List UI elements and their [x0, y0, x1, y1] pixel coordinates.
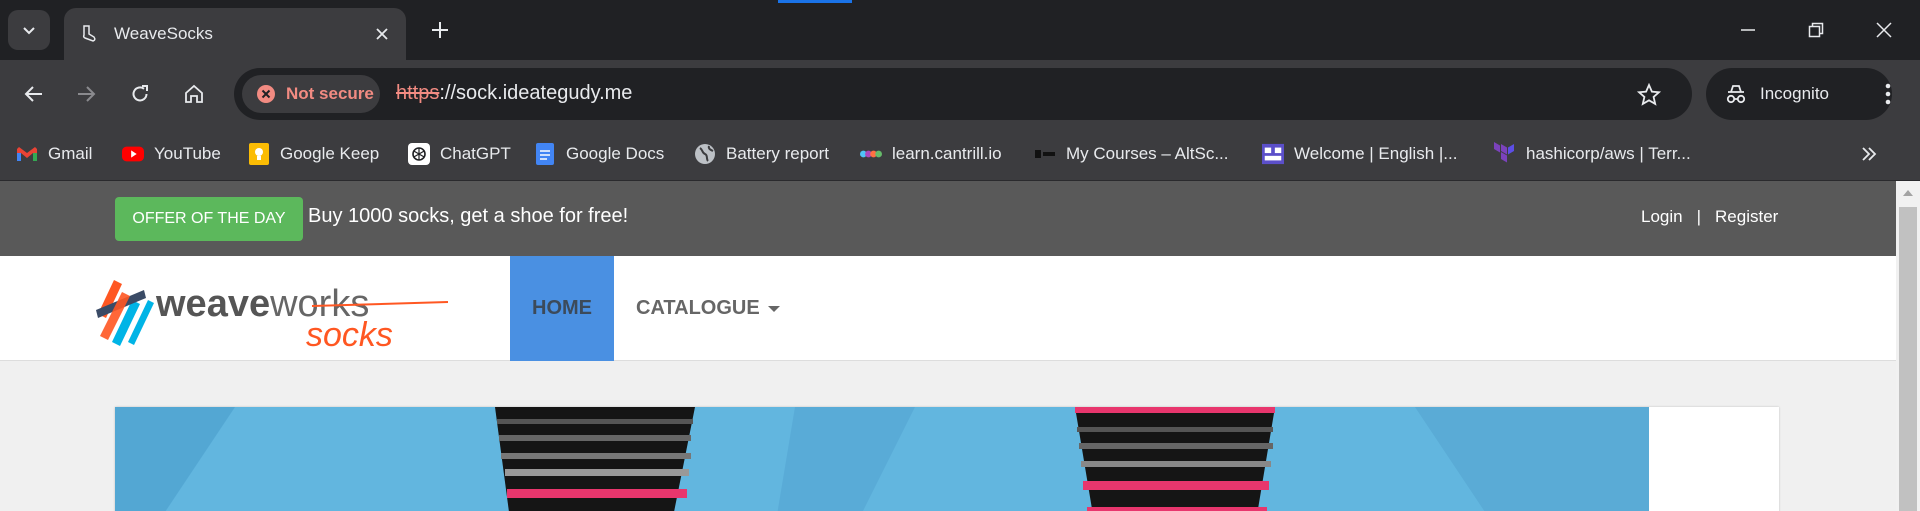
logo-word-weave: weave	[155, 283, 270, 325]
bookmark-label: ChatGPT	[440, 144, 511, 163]
globe-icon	[694, 143, 716, 165]
left-sock-graphic	[495, 407, 695, 511]
close-icon	[1876, 22, 1892, 38]
nav-home[interactable]: HOME	[510, 256, 614, 361]
offer-bar: OFFER OF THE DAY Buy 1000 socks, get a s…	[0, 181, 1896, 256]
minimize-button[interactable]	[1726, 8, 1770, 52]
auth-links: Login | Register	[1641, 207, 1778, 227]
bookmarks-bar: Gmail YouTube Google Keep ChatGPT Google…	[0, 129, 1920, 181]
tab-weavesocks[interactable]: WeaveSocks	[64, 8, 406, 60]
forward-arrow-icon	[78, 86, 96, 102]
tab-title: WeaveSocks	[114, 24, 213, 43]
scroll-up-arrow-icon[interactable]	[1896, 183, 1920, 203]
hero-sock-image	[115, 407, 1649, 511]
bookmark-altschool[interactable]: My Courses – AltSc...	[1034, 137, 1229, 171]
tab-search-button[interactable]	[8, 10, 50, 50]
login-link[interactable]: Login	[1641, 207, 1683, 227]
nav-catalogue-label: CATALOGUE	[636, 297, 760, 319]
close-tab-icon[interactable]	[368, 20, 396, 48]
url-host: ://sock.ideategudy.me	[439, 82, 633, 104]
caret-down-icon	[767, 305, 780, 312]
auth-separator: |	[1696, 207, 1702, 226]
scrollbar-thumb[interactable]	[1899, 207, 1917, 511]
browser-toolbar: Not secure https://sock.ideategudy.me In…	[0, 60, 1920, 129]
docs-icon	[534, 143, 556, 165]
bookmark-learn-cantrill[interactable]: learn.cantrill.io	[860, 137, 1002, 171]
logo-word-socks: socks	[306, 316, 393, 350]
new-tab-button[interactable]	[424, 14, 456, 46]
url-text[interactable]: https://sock.ideategudy.me	[396, 82, 632, 105]
bookmark-label: Gmail	[48, 144, 93, 163]
bookmark-chatgpt[interactable]: ChatGPT	[408, 137, 511, 171]
address-bar[interactable]: Not secure https://sock.ideategudy.me	[234, 68, 1692, 120]
bookmark-google-docs[interactable]: Google Docs	[534, 137, 664, 171]
reload-icon	[132, 85, 148, 102]
chevron-down-icon	[23, 27, 35, 35]
bookmark-welcome-english[interactable]: Welcome | English |...	[1262, 137, 1457, 171]
incognito-badge[interactable]: Incognito	[1706, 68, 1892, 120]
bookmark-label: Battery report	[726, 144, 829, 163]
warning-icon	[257, 85, 275, 103]
back-arrow-icon	[24, 86, 42, 102]
bookmark-label: YouTube	[154, 144, 221, 163]
nav-catalogue-dropdown[interactable]: CATALOGUE	[636, 256, 780, 361]
keep-icon	[248, 143, 270, 165]
bookmark-battery-report[interactable]: Battery report	[694, 137, 829, 171]
bookmark-hashicorp-aws[interactable]: hashicorp/aws | Terr...	[1494, 137, 1691, 171]
hero-carousel[interactable]	[115, 407, 1779, 511]
security-label: Not secure	[286, 84, 374, 103]
welcome-icon	[1262, 143, 1284, 165]
home-icon	[185, 84, 203, 103]
browser-menu-button[interactable]	[1866, 72, 1910, 116]
bookmark-label: My Courses – AltSc...	[1066, 144, 1229, 163]
restore-icon	[1808, 22, 1824, 38]
bookmarks-overflow-button[interactable]	[1854, 139, 1884, 169]
right-sock-graphic	[1075, 407, 1275, 511]
incognito-icon	[1726, 85, 1746, 104]
bookmark-gmail[interactable]: Gmail	[16, 137, 92, 171]
incognito-label: Incognito	[1760, 84, 1829, 103]
bookmark-label: Google Docs	[566, 144, 665, 163]
minimize-icon	[1741, 29, 1755, 31]
double-chevron-right-icon	[1862, 147, 1877, 161]
bookmark-label: Google Keep	[280, 144, 380, 163]
close-window-button[interactable]	[1862, 8, 1906, 52]
offer-of-the-day-button[interactable]: OFFER OF THE DAY	[115, 197, 303, 241]
bookmark-label: Welcome | English |...	[1294, 144, 1458, 163]
kebab-menu-icon	[1885, 83, 1891, 105]
home-button[interactable]	[172, 72, 216, 116]
page-scrollbar[interactable]	[1896, 181, 1920, 511]
star-icon	[1637, 83, 1661, 106]
youtube-icon	[122, 143, 144, 165]
restore-button[interactable]	[1794, 8, 1838, 52]
bookmark-google-keep[interactable]: Google Keep	[248, 137, 379, 171]
offer-text: Buy 1000 socks, get a shoe for free!	[308, 205, 629, 227]
bookmark-label: hashicorp/aws | Terr...	[1526, 144, 1691, 163]
url-scheme: https	[396, 82, 440, 104]
logo-mark-icon	[96, 280, 154, 346]
chatgpt-icon	[408, 143, 430, 165]
reload-button[interactable]	[118, 72, 162, 116]
bookmark-label: learn.cantrill.io	[892, 144, 1002, 163]
cantrill-icon	[860, 143, 882, 165]
register-link[interactable]: Register	[1715, 207, 1778, 227]
bookmark-star-button[interactable]	[1634, 80, 1664, 110]
plus-icon	[432, 22, 448, 38]
terraform-icon	[1494, 142, 1516, 165]
tab-strip: WeaveSocks	[0, 0, 1920, 60]
gmail-icon	[16, 143, 38, 165]
security-chip[interactable]: Not secure	[242, 75, 380, 113]
altschool-icon	[1034, 143, 1056, 165]
site-navbar: weaveworks socks HOME CATALOGUE	[0, 256, 1896, 361]
page-viewport: OFFER OF THE DAY Buy 1000 socks, get a s…	[0, 181, 1920, 511]
back-button[interactable]	[12, 72, 56, 116]
forward-button[interactable]	[64, 72, 108, 116]
loading-indicator	[778, 0, 852, 3]
sock-icon	[78, 24, 98, 44]
bookmark-youtube[interactable]: YouTube	[122, 137, 221, 171]
weaveworks-socks-logo[interactable]: weaveworks socks	[92, 270, 452, 354]
